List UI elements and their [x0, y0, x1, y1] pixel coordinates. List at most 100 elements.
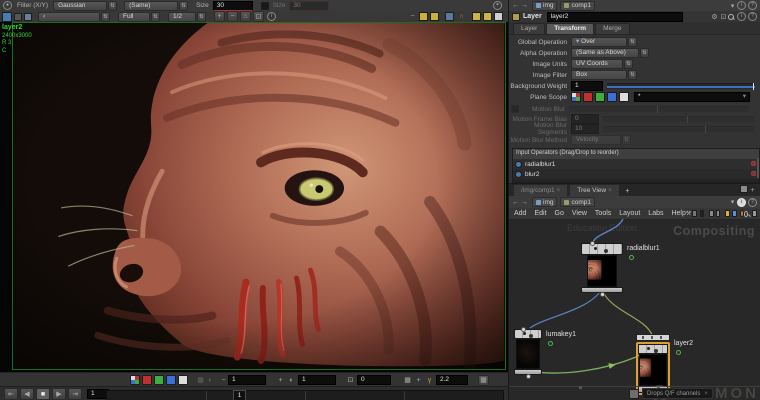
pill-close-icon[interactable]: ×	[704, 391, 708, 397]
frame-view-icon[interactable]: ⊡	[253, 11, 264, 22]
path-dropdown-icon[interactable]: ▾	[728, 1, 737, 10]
pill-grid-icon[interactable]	[629, 388, 639, 399]
param-search-icon[interactable]	[728, 13, 734, 20]
zoom-full-spinner[interactable]: ⇅	[151, 11, 160, 22]
filter-y-menu[interactable]: (Same)	[124, 0, 179, 11]
go-last-frame-button[interactable]: ⇥	[68, 388, 82, 400]
pane-tab-treeview[interactable]: Tree View ×	[569, 184, 620, 196]
node-input-stub[interactable]	[590, 241, 595, 246]
snapshot-a-icon[interactable]	[419, 12, 428, 21]
blue-plane-icon[interactable]	[166, 375, 176, 385]
pane-info-icon[interactable]: i	[737, 197, 746, 207]
zoom-ratio-menu[interactable]: 1/2	[168, 11, 196, 22]
offset-input[interactable]: 0	[357, 375, 391, 385]
zoom-ratio-spinner[interactable]: ⇅	[197, 11, 206, 22]
image-view-icon[interactable]	[2, 11, 12, 22]
menu-edit[interactable]: Edit	[534, 210, 546, 217]
network-canvas[interactable]: Education Edition Compositing radialblur…	[509, 219, 760, 400]
split-view-icon[interactable]	[14, 12, 22, 21]
network-search-icon[interactable]	[744, 210, 748, 217]
play-reverse-button[interactable]: ◀	[20, 388, 34, 400]
compare-view-icon[interactable]	[24, 12, 32, 21]
viewer-canvas[interactable]: layer2 2400x3000 R 3 C	[0, 22, 508, 372]
home-view-icon[interactable]: ⌂	[240, 11, 251, 22]
nav-back-icon[interactable]: ←	[511, 1, 520, 10]
global-operation-menu[interactable]: ▾ Over	[571, 37, 627, 47]
dark-tool-icon[interactable]	[699, 210, 704, 217]
view-info-icon[interactable]: i	[267, 12, 276, 21]
size-link-checkbox[interactable]	[260, 1, 269, 10]
zoom-out-icon[interactable]: −	[227, 11, 238, 22]
wrench-icon[interactable]: ⚒	[686, 209, 691, 218]
gain-minus-icon[interactable]: −	[219, 376, 228, 385]
handles-minus-icon[interactable]: −	[408, 12, 417, 21]
status-pill[interactable]: Drops Q/F channels ×	[629, 388, 713, 399]
menu-layout[interactable]: Layout	[619, 210, 640, 217]
node-tilebar[interactable]	[638, 344, 668, 354]
alpha-operation-menu[interactable]: (Same as Above)	[571, 48, 639, 58]
image-filter-menu[interactable]: Box	[571, 70, 627, 80]
menu-go[interactable]: Go	[555, 210, 564, 217]
gamma-input[interactable]: 2.2	[436, 375, 468, 385]
param-info-icon[interactable]: i	[737, 12, 746, 21]
folder-a-icon[interactable]	[708, 210, 714, 217]
flag-tool-icon[interactable]	[692, 210, 697, 217]
param-help-icon[interactable]: ?	[748, 12, 757, 21]
input-operator-row[interactable]: radialblur1 ⊗	[513, 159, 759, 169]
node-input-stub[interactable]	[521, 327, 526, 332]
new-tab-icon[interactable]: +	[623, 187, 632, 196]
background-weight-input[interactable]: 1	[571, 81, 603, 91]
playhead[interactable]: 1	[233, 390, 246, 400]
node-connector-bar[interactable]	[636, 334, 670, 341]
motion-frame-bias-input[interactable]: 0	[571, 114, 599, 124]
pane-split-icon[interactable]: +	[748, 186, 757, 195]
zoom-full-menu[interactable]: Full	[118, 11, 150, 22]
red-plane-icon[interactable]	[142, 375, 152, 385]
node-label-layer2[interactable]: layer2	[674, 340, 693, 347]
menu-help[interactable]: Help	[671, 210, 685, 217]
gamma-plus-icon[interactable]: +	[414, 376, 423, 385]
node-label-lumakey1[interactable]: lumakey1	[546, 331, 576, 338]
viewer-help-icon[interactable]: ✶	[493, 1, 502, 10]
adapt-icon[interactable]: ◐	[206, 376, 215, 385]
image-units-spinner[interactable]: ⇅	[624, 59, 633, 69]
close-tab-icon[interactable]: ×	[608, 187, 612, 194]
menu-add[interactable]: Add	[514, 210, 526, 217]
folder-yellow-icon[interactable]	[725, 210, 730, 217]
close-tab-icon[interactable]: ×	[556, 187, 560, 194]
lut-grid-icon[interactable]: ▦	[403, 376, 412, 385]
filter-x-menu[interactable]: Gaussian	[53, 0, 108, 11]
view-plane-spinner[interactable]: ⇅	[101, 11, 110, 22]
zoom-in-icon[interactable]: +	[214, 11, 225, 22]
path-chip-comp1[interactable]: comp1	[560, 197, 595, 207]
input-operator-row[interactable]: blur2 ⊗	[513, 169, 759, 179]
motion-blur-method-menu[interactable]: Velocity	[571, 135, 621, 145]
pane-info-icon[interactable]: i	[737, 1, 746, 10]
scope-red-icon[interactable]	[583, 92, 593, 102]
node-label-radialblur1[interactable]: radialblur1	[627, 245, 660, 252]
green-plane-icon[interactable]	[154, 375, 164, 385]
node-output-stub[interactable]	[526, 374, 531, 379]
folder-blue-icon[interactable]	[731, 210, 737, 217]
tab-layer[interactable]: Layer	[513, 23, 546, 34]
grid-c-icon[interactable]	[494, 12, 503, 21]
path-dropdown-icon[interactable]: ▾	[728, 198, 737, 207]
pane-maximize-icon[interactable]	[740, 185, 748, 193]
scope-blue-icon[interactable]	[607, 92, 617, 102]
remove-operator-icon[interactable]: ⊗	[750, 160, 757, 168]
timeline[interactable]: 1	[106, 390, 504, 400]
tab-transform[interactable]: Transform	[546, 23, 595, 34]
remove-operator-icon[interactable]: ⊗	[750, 170, 757, 178]
cursor-tool-icon[interactable]	[445, 12, 454, 21]
scope-alpha-icon[interactable]	[619, 92, 629, 102]
motion-blur-checkbox[interactable]	[511, 105, 519, 113]
gamma-icon[interactable]: γ	[425, 376, 434, 385]
pane-help-icon[interactable]: ?	[748, 197, 757, 207]
tab-merge[interactable]: Merge	[595, 23, 630, 34]
image-units-menu[interactable]: UV Coords	[571, 59, 623, 69]
pane-help-icon[interactable]: ?	[748, 1, 757, 10]
grid-a-icon[interactable]	[472, 12, 481, 21]
node-name-input[interactable]: layer2	[546, 11, 683, 22]
contrast-input[interactable]: 1	[298, 375, 336, 385]
view-plane-menu[interactable]: ‹	[38, 11, 100, 22]
